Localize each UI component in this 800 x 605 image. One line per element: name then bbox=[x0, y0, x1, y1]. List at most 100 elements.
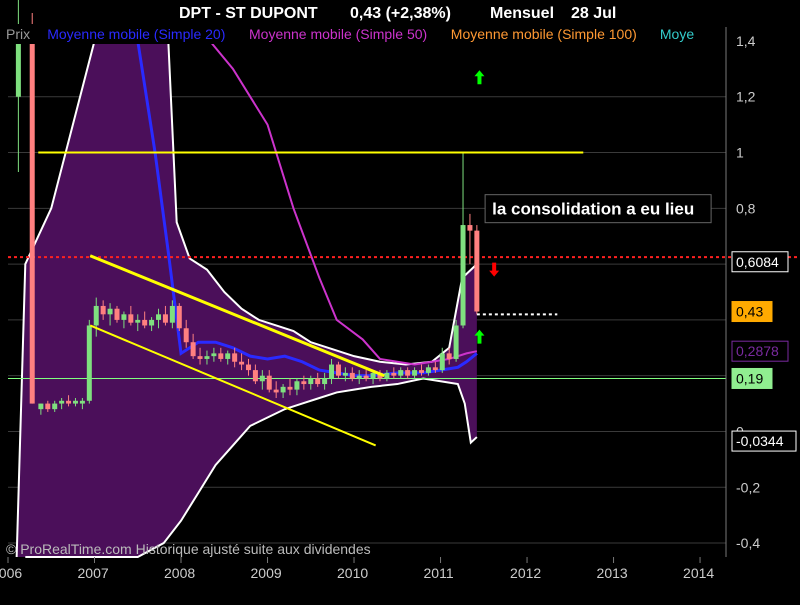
candle-body bbox=[363, 375, 369, 379]
candle-body bbox=[169, 305, 175, 323]
candle-body bbox=[59, 400, 65, 404]
candle-body bbox=[52, 403, 58, 410]
candle-body bbox=[329, 364, 335, 379]
candle-body bbox=[439, 353, 445, 371]
candle-body bbox=[425, 367, 431, 373]
candle-body bbox=[342, 372, 348, 376]
candle-body bbox=[176, 305, 182, 329]
price-change: 0,43 (+2,38%) bbox=[350, 5, 451, 22]
candle-body bbox=[162, 314, 168, 323]
arrow-down-icon bbox=[489, 262, 500, 277]
ticker-title: DPT - ST DUPONT bbox=[179, 5, 318, 22]
candle-body bbox=[183, 328, 189, 343]
candle-body bbox=[114, 308, 120, 320]
price-tags: 0,6084 0,43 0,2878 0,19 -0,0344 bbox=[731, 251, 797, 452]
x-tick-label: 2006 bbox=[0, 565, 22, 581]
candle-body bbox=[107, 308, 113, 315]
candle bbox=[29, 13, 35, 404]
candle-body bbox=[384, 372, 390, 379]
chart-window: DPT - ST DUPONT 0,43 (+2,38%) Mensuel 28… bbox=[0, 0, 800, 600]
candle bbox=[86, 319, 92, 404]
candle-body bbox=[335, 364, 341, 376]
candle-body bbox=[197, 356, 203, 359]
candle-body bbox=[467, 225, 473, 231]
candle-body bbox=[128, 314, 134, 323]
candle-body bbox=[121, 314, 127, 320]
candle-body bbox=[225, 353, 231, 359]
legend: Prix Moyenne mobile (Simple 20) Moyenne mo… bbox=[0, 24, 726, 44]
candle-body bbox=[280, 386, 286, 393]
candle-body bbox=[398, 370, 404, 376]
candle bbox=[460, 152, 466, 329]
candle-body bbox=[460, 225, 466, 326]
candle-body bbox=[294, 381, 300, 390]
candle bbox=[453, 319, 459, 362]
price-tag-text: 0,43 bbox=[736, 304, 763, 320]
candle-body bbox=[252, 370, 258, 382]
candle bbox=[176, 303, 182, 332]
candle-body bbox=[287, 386, 293, 390]
candle-body bbox=[232, 353, 238, 362]
candle-body bbox=[156, 314, 162, 320]
y-tick-label: -0,2 bbox=[736, 479, 760, 495]
candle-body bbox=[100, 305, 106, 315]
x-tick-label: 2012 bbox=[510, 565, 541, 581]
period-label: Mensuel bbox=[490, 5, 554, 22]
candle-body bbox=[301, 381, 307, 385]
candle-body bbox=[370, 372, 376, 379]
price-tag-text: 0,6084 bbox=[736, 254, 779, 270]
watermark: © ProRealTime.com Historique ajusté suit… bbox=[6, 541, 371, 557]
x-tick-label: 2010 bbox=[337, 565, 368, 581]
x-tick-label: 2009 bbox=[251, 565, 282, 581]
candle-body bbox=[412, 370, 418, 376]
y-tick-label: 1,4 bbox=[736, 33, 756, 49]
arrow-up-icon bbox=[474, 70, 485, 85]
chart-header: DPT - ST DUPONT 0,43 (+2,38%) Mensuel 28… bbox=[179, 5, 616, 22]
candle-body bbox=[259, 375, 265, 382]
candle-body bbox=[405, 370, 411, 376]
candle-body bbox=[218, 353, 224, 359]
envelope-band bbox=[15, 25, 478, 558]
candle-body bbox=[322, 378, 328, 385]
candle-body bbox=[239, 361, 245, 365]
candle-body bbox=[142, 319, 148, 326]
x-tick-label: 2008 bbox=[164, 565, 195, 581]
candle-body bbox=[308, 378, 314, 385]
candle-body bbox=[66, 400, 72, 404]
candle-body bbox=[356, 375, 362, 379]
candle bbox=[474, 225, 480, 315]
candle-body bbox=[418, 370, 424, 373]
candle-body bbox=[38, 403, 44, 410]
x-tick-label: 2013 bbox=[597, 565, 628, 581]
x-axis-area bbox=[0, 560, 800, 600]
band-fill bbox=[16, 27, 477, 557]
candle-body bbox=[29, 40, 35, 404]
y-tick-label: 1,2 bbox=[736, 89, 756, 105]
candle-body bbox=[204, 356, 210, 359]
candle-body bbox=[349, 372, 355, 379]
legend-item: Moyenne mobile (Simple 50) bbox=[249, 26, 427, 42]
candle-body bbox=[474, 230, 480, 312]
candle-body bbox=[266, 375, 272, 390]
y-tick-label: 1 bbox=[736, 145, 744, 161]
candle-body bbox=[135, 319, 141, 323]
price-tag-text: 0,19 bbox=[736, 370, 763, 386]
legend-item: Prix bbox=[6, 26, 30, 42]
candle-body bbox=[72, 400, 78, 404]
price-chart[interactable]: DPT - ST DUPONT 0,43 (+2,38%) Mensuel 28… bbox=[0, 0, 800, 600]
y-tick-label: 0,8 bbox=[736, 200, 756, 216]
candle-body bbox=[453, 325, 459, 359]
candle-body bbox=[432, 367, 438, 371]
x-tick-label: 2007 bbox=[78, 565, 109, 581]
legend-item: Moyenne mobile (Simple 100) bbox=[451, 26, 637, 42]
candle-body bbox=[79, 400, 85, 404]
candle-body bbox=[446, 353, 452, 359]
price-tag-text: -0,0344 bbox=[736, 433, 784, 449]
candle-body bbox=[315, 378, 321, 385]
candle-body bbox=[273, 389, 279, 393]
candle-body bbox=[149, 319, 155, 326]
legend-item: Moye bbox=[660, 26, 694, 42]
x-tick-label: 2014 bbox=[683, 565, 714, 581]
annotation-text: la consolidation a eu lieu bbox=[492, 200, 694, 219]
y-tick-label: -0,4 bbox=[736, 535, 760, 551]
